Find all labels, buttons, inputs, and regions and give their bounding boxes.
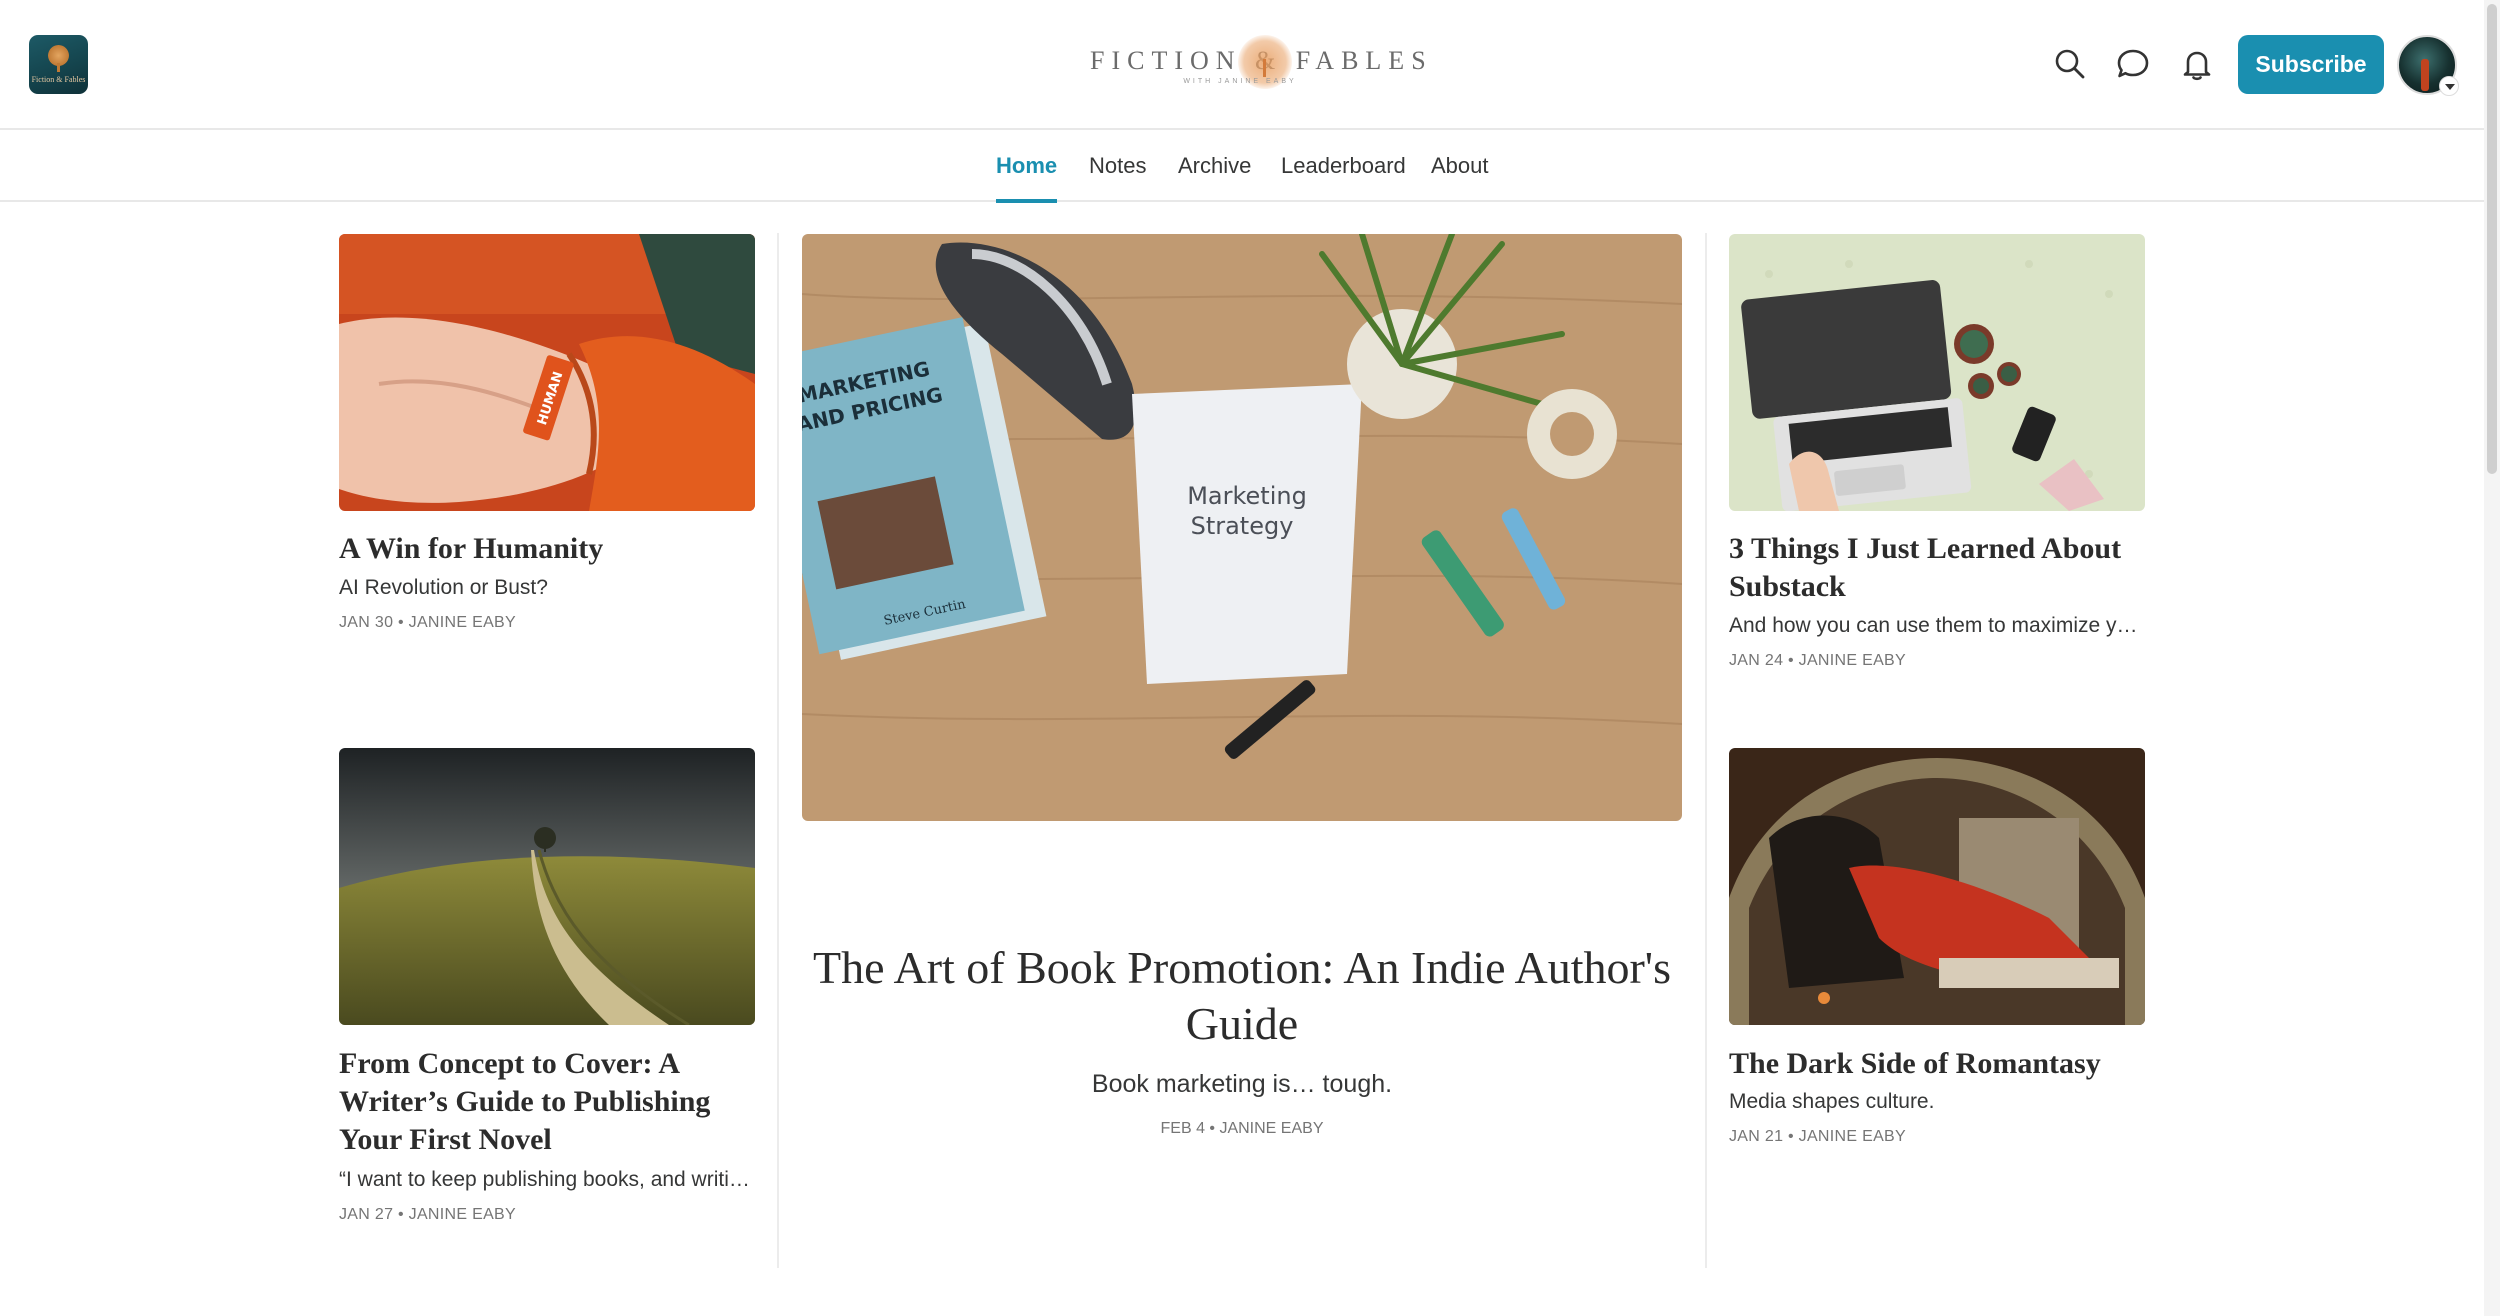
tab-leaderboard[interactable]: Leaderboard bbox=[1281, 130, 1406, 202]
scrollbar-thumb[interactable] bbox=[2487, 4, 2497, 474]
tab-about[interactable]: About bbox=[1431, 130, 1489, 202]
post-subtitle: “I want to keep publishing books, and wr… bbox=[339, 1168, 759, 1191]
tab-archive[interactable]: Archive bbox=[1178, 130, 1251, 202]
svg-text:Marketing: Marketing bbox=[1187, 482, 1307, 510]
post-subtitle: Media shapes culture. bbox=[1729, 1090, 1935, 1113]
post-title[interactable]: From Concept to Cover: A Writer’s Guide … bbox=[339, 1045, 759, 1159]
tab-notes[interactable]: Notes bbox=[1089, 130, 1146, 202]
post-title[interactable]: 3 Things I Just Learned About Substack bbox=[1729, 530, 2159, 606]
featured-post-title[interactable]: The Art of Book Promotion: An Indie Auth… bbox=[812, 940, 1672, 1052]
post-thumbnail[interactable] bbox=[1729, 748, 2145, 1025]
post-meta: JAN 27 • JANINE EABY bbox=[339, 1206, 516, 1223]
column-divider bbox=[777, 233, 779, 1268]
post-meta: JAN 24 • JANINE EABY bbox=[1729, 652, 1906, 669]
post-title[interactable]: A Win for Humanity bbox=[339, 530, 759, 568]
post-title[interactable]: The Dark Side of Romantasy bbox=[1729, 1045, 2159, 1083]
post-subtitle: And how you can use them to maximize yo… bbox=[1729, 614, 2149, 637]
subscribe-button[interactable]: Subscribe bbox=[2238, 35, 2384, 94]
wordmark-byline: WITH JANINE EABY bbox=[1183, 78, 1297, 85]
featured-post-image[interactable]: MARKETING AND PRICING Steve Curtin Marke… bbox=[802, 234, 1682, 821]
bell-icon[interactable] bbox=[2179, 46, 2215, 82]
featured-post-subtitle: Book marketing is… tough. bbox=[1091, 1070, 1393, 1098]
post-subtitle: AI Revolution or Bust? bbox=[339, 576, 548, 599]
post-thumbnail[interactable]: HUMAN bbox=[339, 234, 755, 511]
chevron-down-icon[interactable] bbox=[2439, 76, 2459, 96]
tab-home[interactable]: Home bbox=[996, 130, 1058, 203]
publication-logo[interactable]: Fiction & Fables bbox=[29, 35, 88, 94]
post-thumbnail[interactable] bbox=[1729, 234, 2145, 511]
chat-icon[interactable] bbox=[2115, 46, 2151, 82]
nav-tabs: Home Notes Archive Leaderboard About bbox=[0, 130, 2500, 203]
publication-wordmark[interactable]: FICTION & FABLES WITH JANINE EABY bbox=[1090, 30, 1426, 96]
svg-text:Strategy: Strategy bbox=[1191, 512, 1294, 540]
post-meta: JAN 21 • JANINE EABY bbox=[1729, 1128, 1906, 1145]
post-thumbnail[interactable] bbox=[339, 748, 755, 1025]
top-header: Fiction & Fables FICTION & FABLES WITH J… bbox=[0, 0, 2500, 130]
search-icon[interactable] bbox=[2052, 46, 2088, 82]
post-meta: JAN 30 • JANINE EABY bbox=[339, 614, 516, 631]
featured-post-meta: FEB 4 • JANINE EABY bbox=[1160, 1120, 1324, 1137]
column-divider bbox=[1705, 233, 1707, 1268]
logo-text: Fiction & Fables bbox=[31, 75, 86, 84]
